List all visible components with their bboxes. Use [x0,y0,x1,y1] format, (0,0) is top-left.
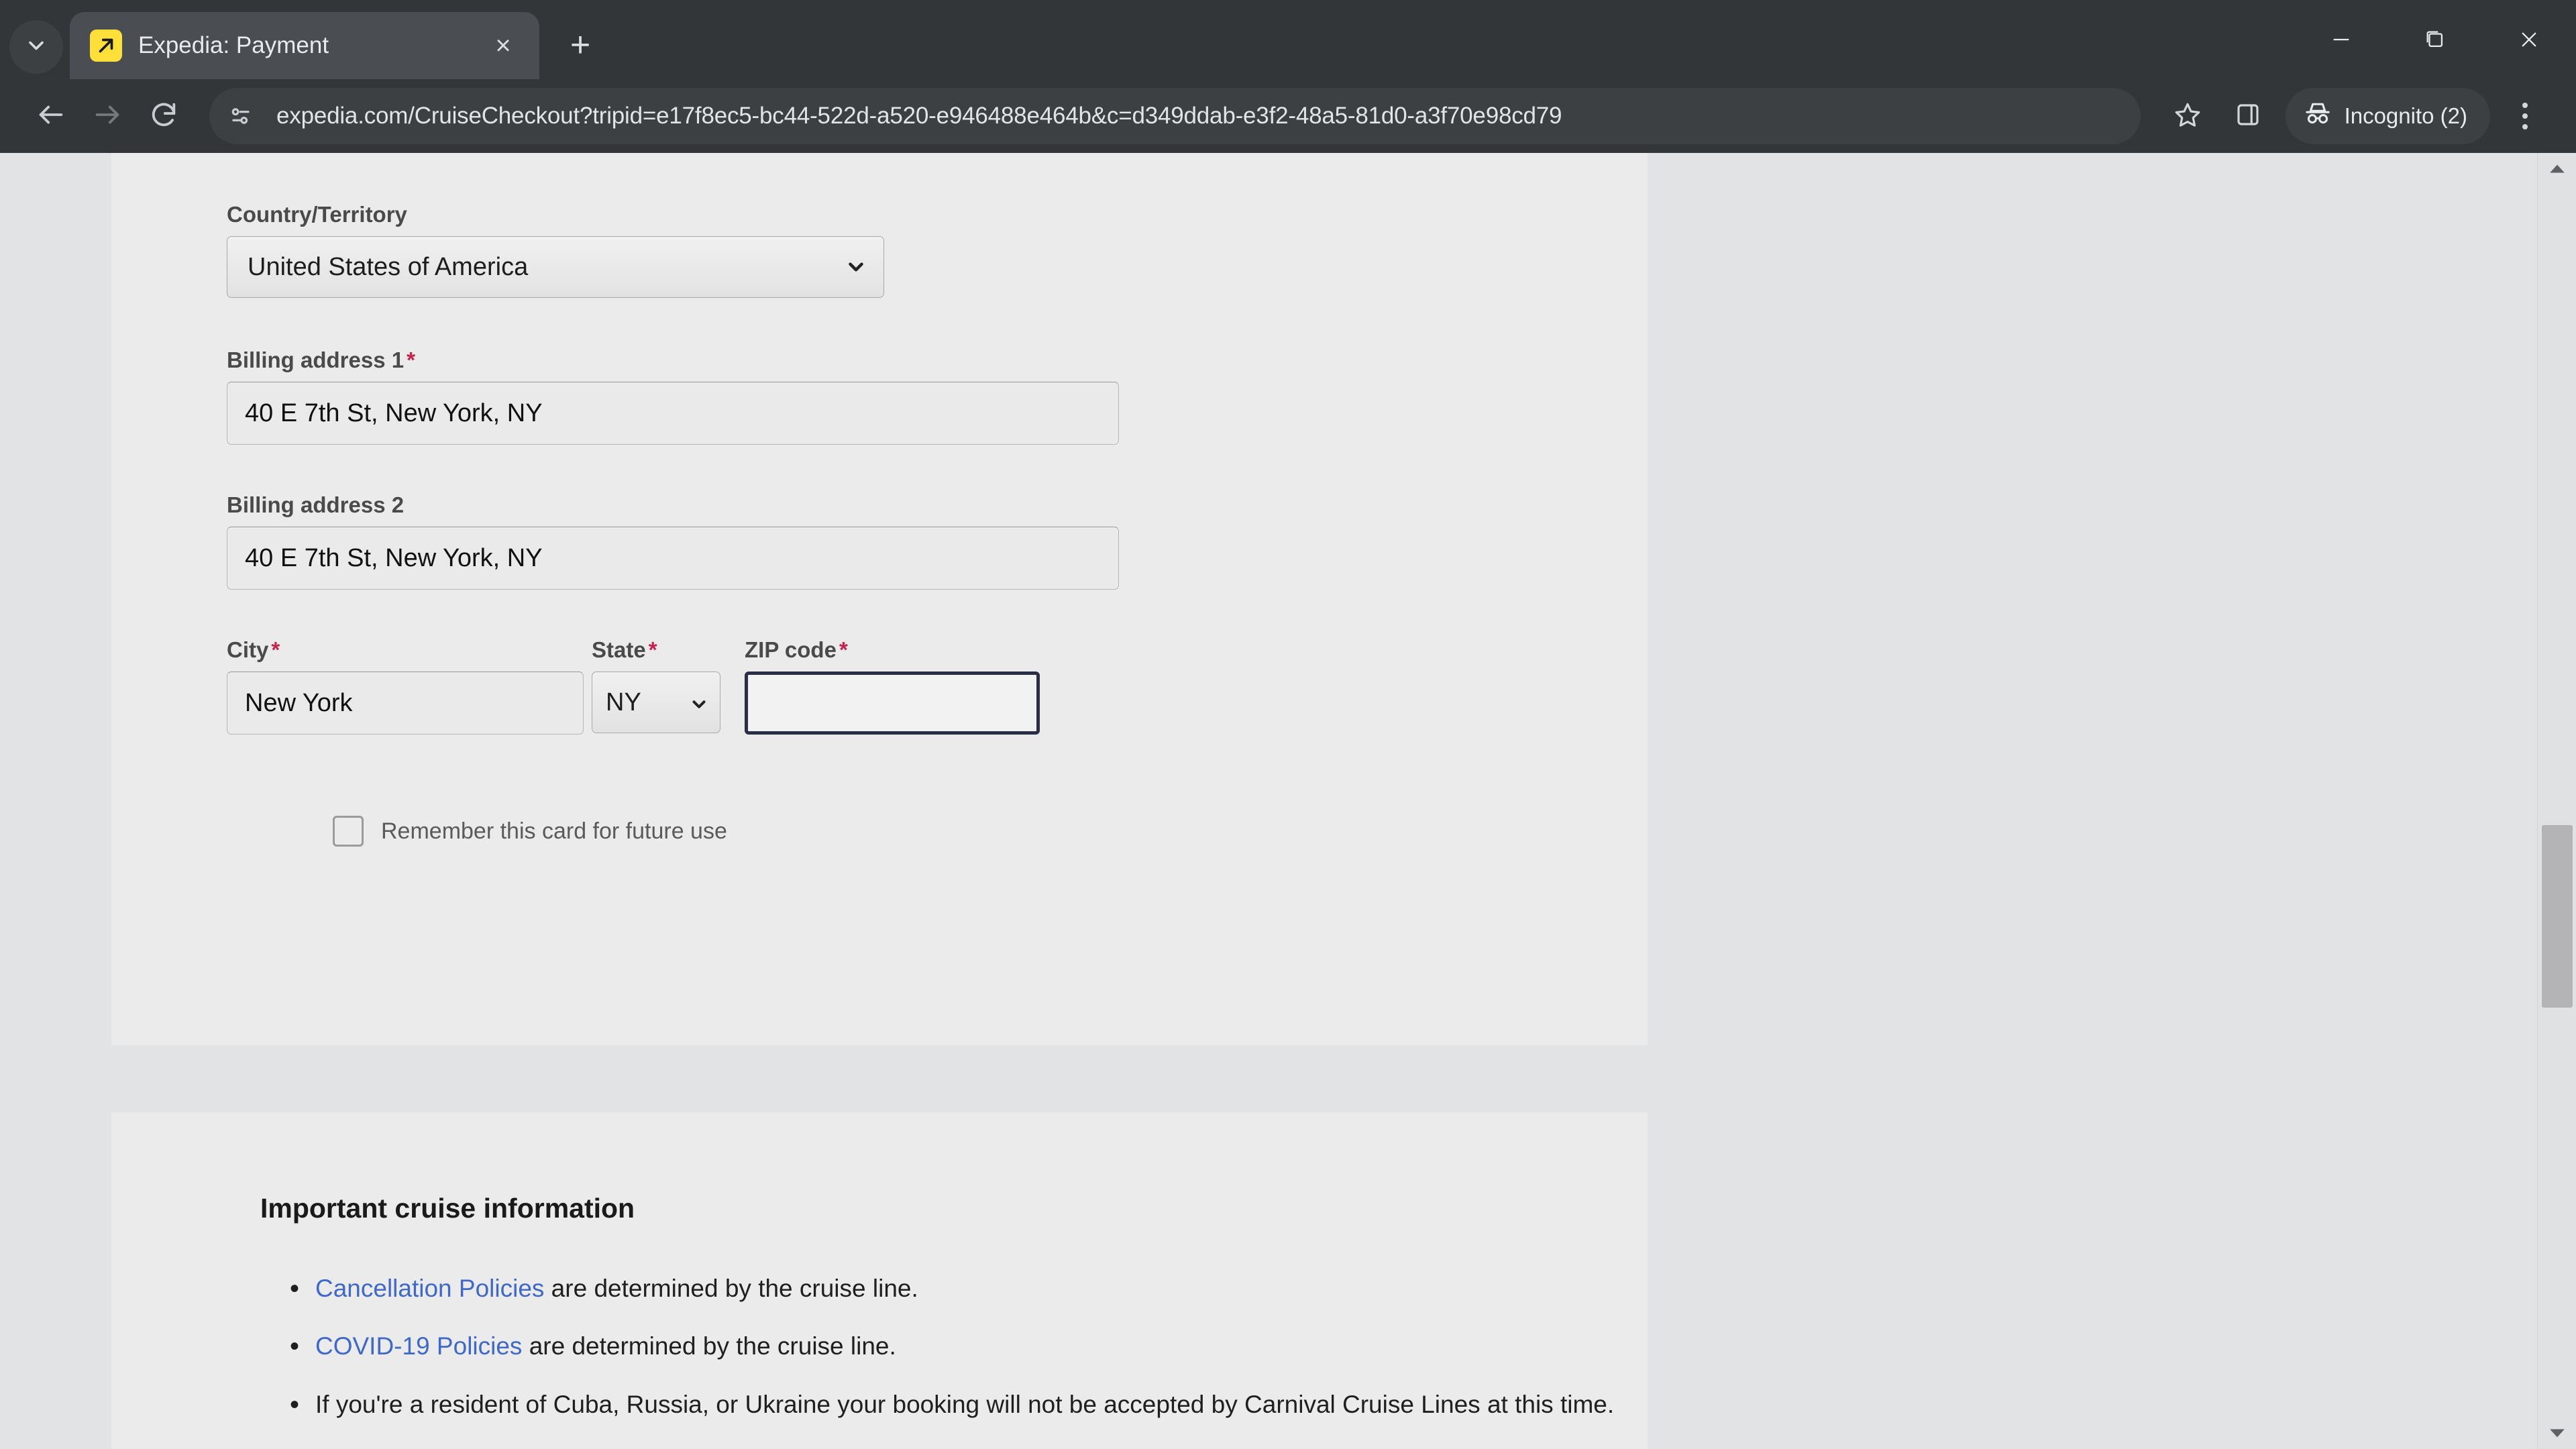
page-viewport: Country/Territory United States of Ameri… [0,153,2576,1449]
browser-toolbar: expedia.com/CruiseCheckout?tripid=e17f8e… [0,79,2576,153]
menu-dot [2522,113,2528,119]
menu-dot [2522,124,2528,129]
required-marker: * [648,637,657,662]
chevron-down-icon [689,692,709,712]
billing-address-1-input[interactable]: 40 E 7th St, New York, NY [227,382,1119,445]
billing-address-2-label: Billing address 2 [227,492,405,517]
cruise-information-card: Important cruise information Cancellatio… [111,1112,1701,1449]
billing-address-1-label: Billing address 1 * [227,347,415,372]
reload-button[interactable] [136,88,192,144]
country-label: Country/Territory [227,202,407,227]
cancellation-policies-link[interactable]: Cancellation Policies [315,1275,544,1302]
list-item: This cruise line requires that passenger… [284,1444,1720,1449]
star-icon [2174,101,2202,132]
site-settings-icon[interactable] [219,94,263,138]
city-input[interactable]: New York [227,672,584,735]
country-field: Country/Territory United States of Ameri… [227,202,898,298]
url-text: expedia.com/CruiseCheckout?tripid=e17f8e… [276,103,1562,129]
maximize-icon[interactable] [2388,0,2482,79]
zip-code-field: ZIP code * [745,637,1040,735]
zip-code-label: ZIP code * [745,637,848,662]
cruise-info-title: Important cruise information [260,1193,635,1224]
required-marker: * [839,637,848,662]
list-item: Cancellation Policies are determined by … [284,1271,1720,1307]
billing-address-2-field: Billing address 2 40 E 7th St, New York,… [227,492,1166,590]
remember-card-checkbox[interactable] [333,816,364,847]
menu-dot [2522,103,2528,108]
side-panel-button[interactable] [2220,88,2276,144]
back-button[interactable] [23,88,79,144]
window-controls [2294,0,2576,79]
list-item-text: are determined by the cruise line. [522,1332,896,1360]
scroll-up-icon[interactable] [2538,153,2576,184]
arrow-left-icon [36,99,66,133]
chevron-down-icon [24,34,48,61]
scrollbar-thumb[interactable] [2542,825,2573,1008]
billing-address-2-value: 40 E 7th St, New York, NY [245,543,543,572]
state-value: NY [606,688,641,716]
zip-code-input[interactable] [745,672,1040,735]
scroll-down-icon[interactable] [2538,1418,2576,1449]
side-panel-icon [2234,101,2262,132]
remember-card-row[interactable]: Remember this card for future use [333,816,727,847]
remember-card-label: Remember this card for future use [381,818,727,844]
billing-address-1-value: 40 E 7th St, New York, NY [245,398,543,427]
list-item-text: are determined by the cruise line. [544,1275,918,1302]
chevron-down-icon [845,256,867,278]
country-value: United States of America [248,252,529,281]
incognito-icon [2303,99,2345,133]
new-tab-button[interactable]: + [553,17,608,72]
required-marker: * [407,347,415,372]
arrow-right-icon [92,99,123,133]
forward-button[interactable] [79,88,136,144]
reload-icon [148,99,179,133]
browser-window: Expedia: Payment × + expedia.com/CruiseC… [0,0,2576,1449]
payment-form-card: Country/Territory United States of Ameri… [111,153,1648,1045]
close-window-icon[interactable] [2482,0,2576,79]
state-label: State * [592,637,657,662]
address-bar[interactable]: expedia.com/CruiseCheckout?tripid=e17f8e… [209,88,2141,144]
profile-incognito-button[interactable]: Incognito (2) [2285,88,2490,144]
required-marker: * [271,637,280,662]
billing-address-1-field: Billing address 1 * 40 E 7th St, New York… [227,347,1166,445]
city-label: City * [227,637,280,662]
covid-policies-link[interactable]: COVID-19 Policies [315,1332,522,1360]
page-scrollbar[interactable] [2537,153,2576,1449]
close-icon[interactable]: × [484,27,522,64]
state-field: State * NY [592,637,720,733]
tab-strip: Expedia: Payment × + [0,0,2576,79]
cruise-info-list: Cancellation Policies are determined by … [284,1271,1720,1449]
bookmark-button[interactable] [2159,88,2216,144]
list-item: If you're a resident of Cuba, Russia, or… [284,1387,1720,1424]
chrome-menu-button[interactable] [2497,88,2553,144]
expedia-icon [90,30,122,62]
list-item-text: If you're a resident of Cuba, Russia, or… [315,1390,1615,1418]
billing-address-2-input[interactable]: 40 E 7th St, New York, NY [227,527,1119,590]
minimize-icon[interactable] [2294,0,2388,79]
country-select[interactable]: United States of America [227,236,884,298]
browser-tab[interactable]: Expedia: Payment × [70,12,539,79]
tab-title: Expedia: Payment [138,32,329,58]
city-value: New York [245,688,353,717]
list-item: COVID-19 Policies are determined by the … [284,1328,1720,1365]
city-field: City * New York [227,637,584,735]
state-select[interactable]: NY [592,672,720,733]
profile-label: Incognito (2) [2344,103,2467,128]
page-content: Country/Territory United States of Ameri… [0,153,2537,1449]
tab-search-button[interactable] [9,20,63,74]
